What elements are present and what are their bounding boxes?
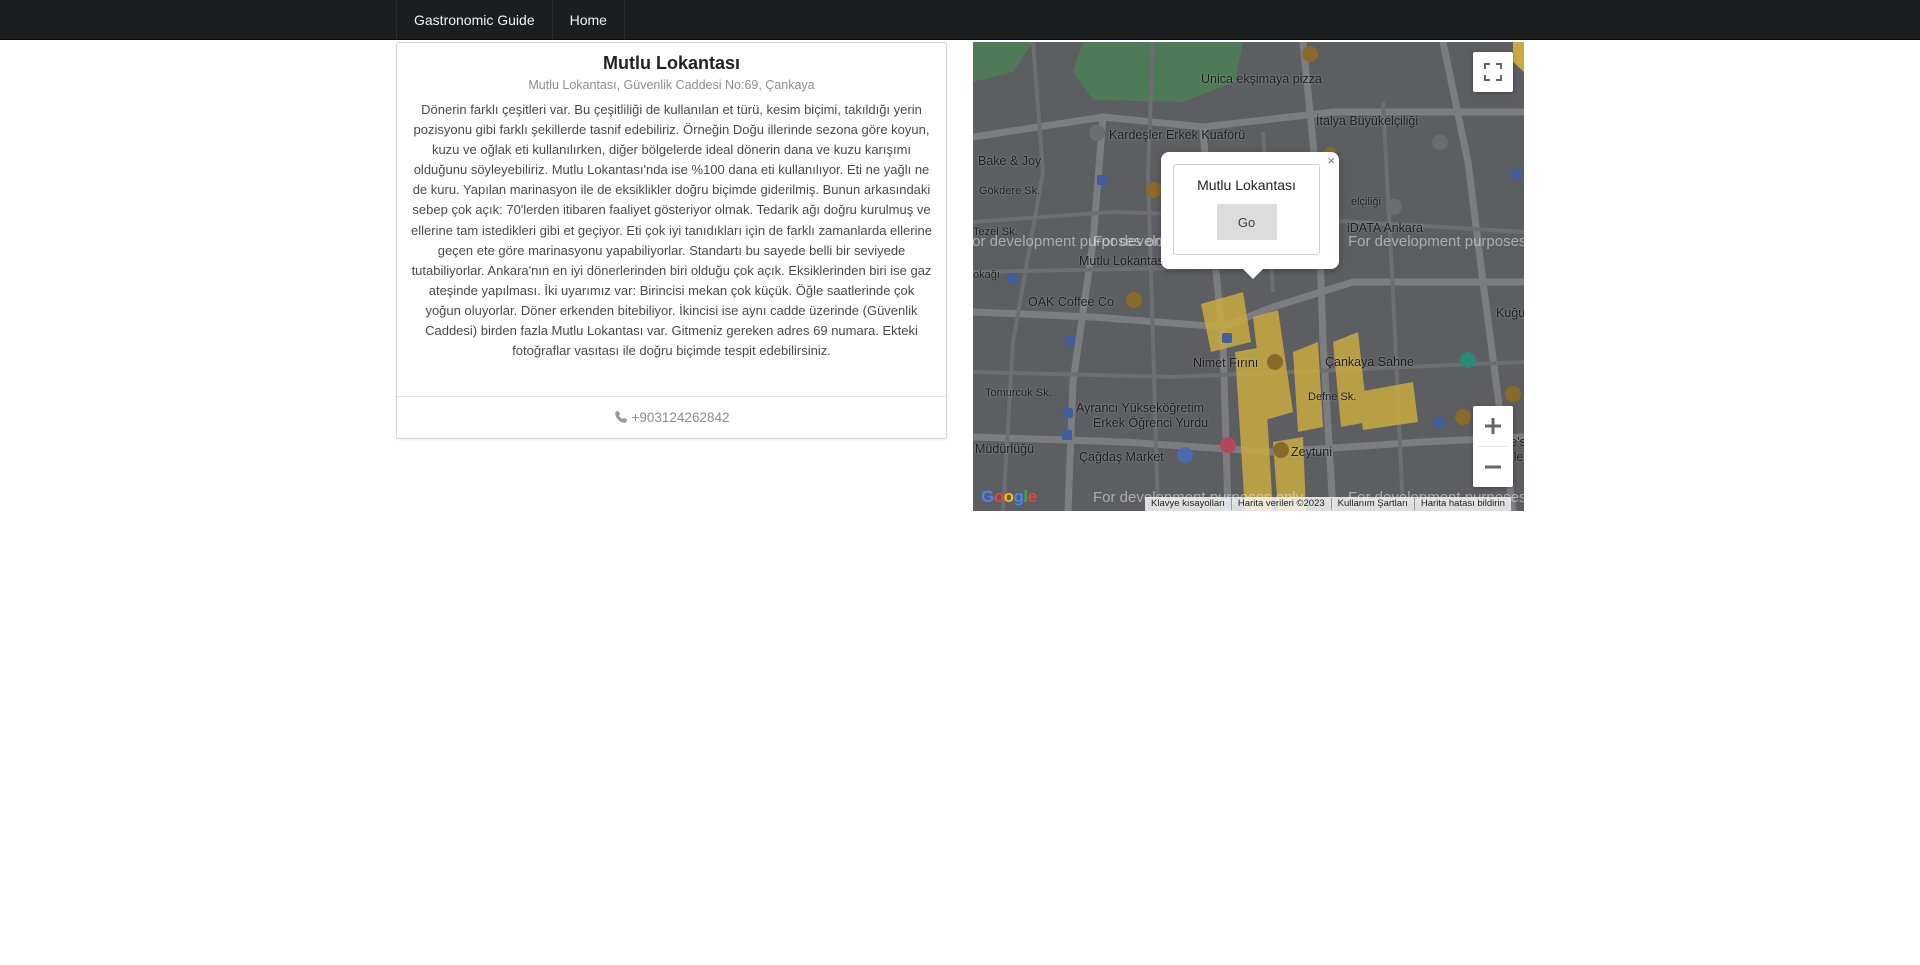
map-label-ayranci-2: Erkek Öğrenci Yurdu xyxy=(1093,416,1209,430)
zoom-controls xyxy=(1473,406,1513,487)
place-address: Mutlu Lokantası, Güvenlik Caddesi No:69,… xyxy=(528,78,815,92)
map-watermark-3: For development purposes only xyxy=(1348,233,1524,250)
place-description: Dönerin farklı çeşitleri var. Bu çeşitli… xyxy=(411,102,932,359)
map-label-ku: Kuğu xyxy=(1496,306,1524,320)
terms-link[interactable]: Kullanım Şartları xyxy=(1332,498,1415,510)
keyboard-shortcuts-link[interactable]: Klavye kısayolları xyxy=(1145,498,1232,510)
map-label-oak: OAK Coffee Co xyxy=(1028,295,1114,309)
map-label-elciligi: elçiliği xyxy=(1351,196,1381,208)
map-label-kardesler: Kardeşler Erkek Kuaförü xyxy=(1109,128,1246,142)
fullscreen-icon xyxy=(1484,63,1502,81)
map-label-ayranci-1: Ayrancı Yükseköğretim xyxy=(1076,401,1205,415)
map-label-tomurcuk: Tomurcuk Sk. xyxy=(985,387,1052,399)
map-footer: Klavye kısayolları Harita verileri ©2023… xyxy=(1145,497,1511,511)
go-button[interactable]: Go xyxy=(1216,204,1277,240)
place-card: Mutlu Lokantası Mutlu Lokantası, Güvenli… xyxy=(396,42,947,439)
brand-link[interactable]: Gastronomic Guide xyxy=(396,0,553,40)
report-error-link[interactable]: Harita hatası bildirin xyxy=(1415,498,1511,510)
place-title: Mutlu Lokantası xyxy=(602,53,740,73)
card-footer: +903124262842 xyxy=(397,396,946,438)
map-label-mudurlugu: Müdürlüğü xyxy=(975,442,1035,456)
map-view[interactable]: Unica ekşimaya pizza Kardeşler Erkek Kua… xyxy=(973,42,1524,511)
map-label-nimet: Nimet Fırını xyxy=(1193,356,1259,370)
map-label-defne: Defne Sk. xyxy=(1308,391,1357,403)
map-data-text: Harita verileri ©2023 xyxy=(1232,498,1332,510)
info-title: Mutlu Lokantası xyxy=(1197,177,1296,193)
zoom-out-button[interactable] xyxy=(1473,447,1513,487)
map-label-okagi: okağı xyxy=(973,269,1000,281)
place-phone[interactable]: +903124262842 xyxy=(632,410,730,425)
plus-icon xyxy=(1485,418,1501,434)
phone-icon xyxy=(614,399,628,423)
info-close-icon[interactable]: × xyxy=(1327,153,1335,168)
map-label-zeytuni: Zeytuni xyxy=(1291,445,1332,459)
info-content: Mutlu Lokantası Go xyxy=(1173,164,1320,255)
nav-link-home[interactable]: Home xyxy=(553,0,625,40)
fullscreen-button[interactable] xyxy=(1473,52,1513,92)
map-label-cagdas: Çağdaş Market xyxy=(1079,450,1164,464)
top-navbar: Gastronomic Guide Home xyxy=(0,0,1920,40)
map-label-unica: Unica ekşimaya pizza xyxy=(1201,72,1322,86)
info-tail xyxy=(1242,268,1264,279)
map-label-cankaya-sahne: Çankaya Sahne xyxy=(1325,355,1414,369)
google-logo: Google xyxy=(981,487,1037,506)
map-label-gokdere: Gökdere Sk. xyxy=(979,185,1041,197)
map-label-italya: İtalya Büyükelçiliği xyxy=(1316,114,1419,128)
zoom-in-button[interactable] xyxy=(1473,406,1513,446)
navbar-container: Gastronomic Guide Home xyxy=(396,0,625,40)
map-info-window: × Mutlu Lokantası Go xyxy=(1161,152,1339,279)
minus-icon xyxy=(1485,465,1501,469)
map-label-bake: Bake & Joy xyxy=(978,154,1042,168)
